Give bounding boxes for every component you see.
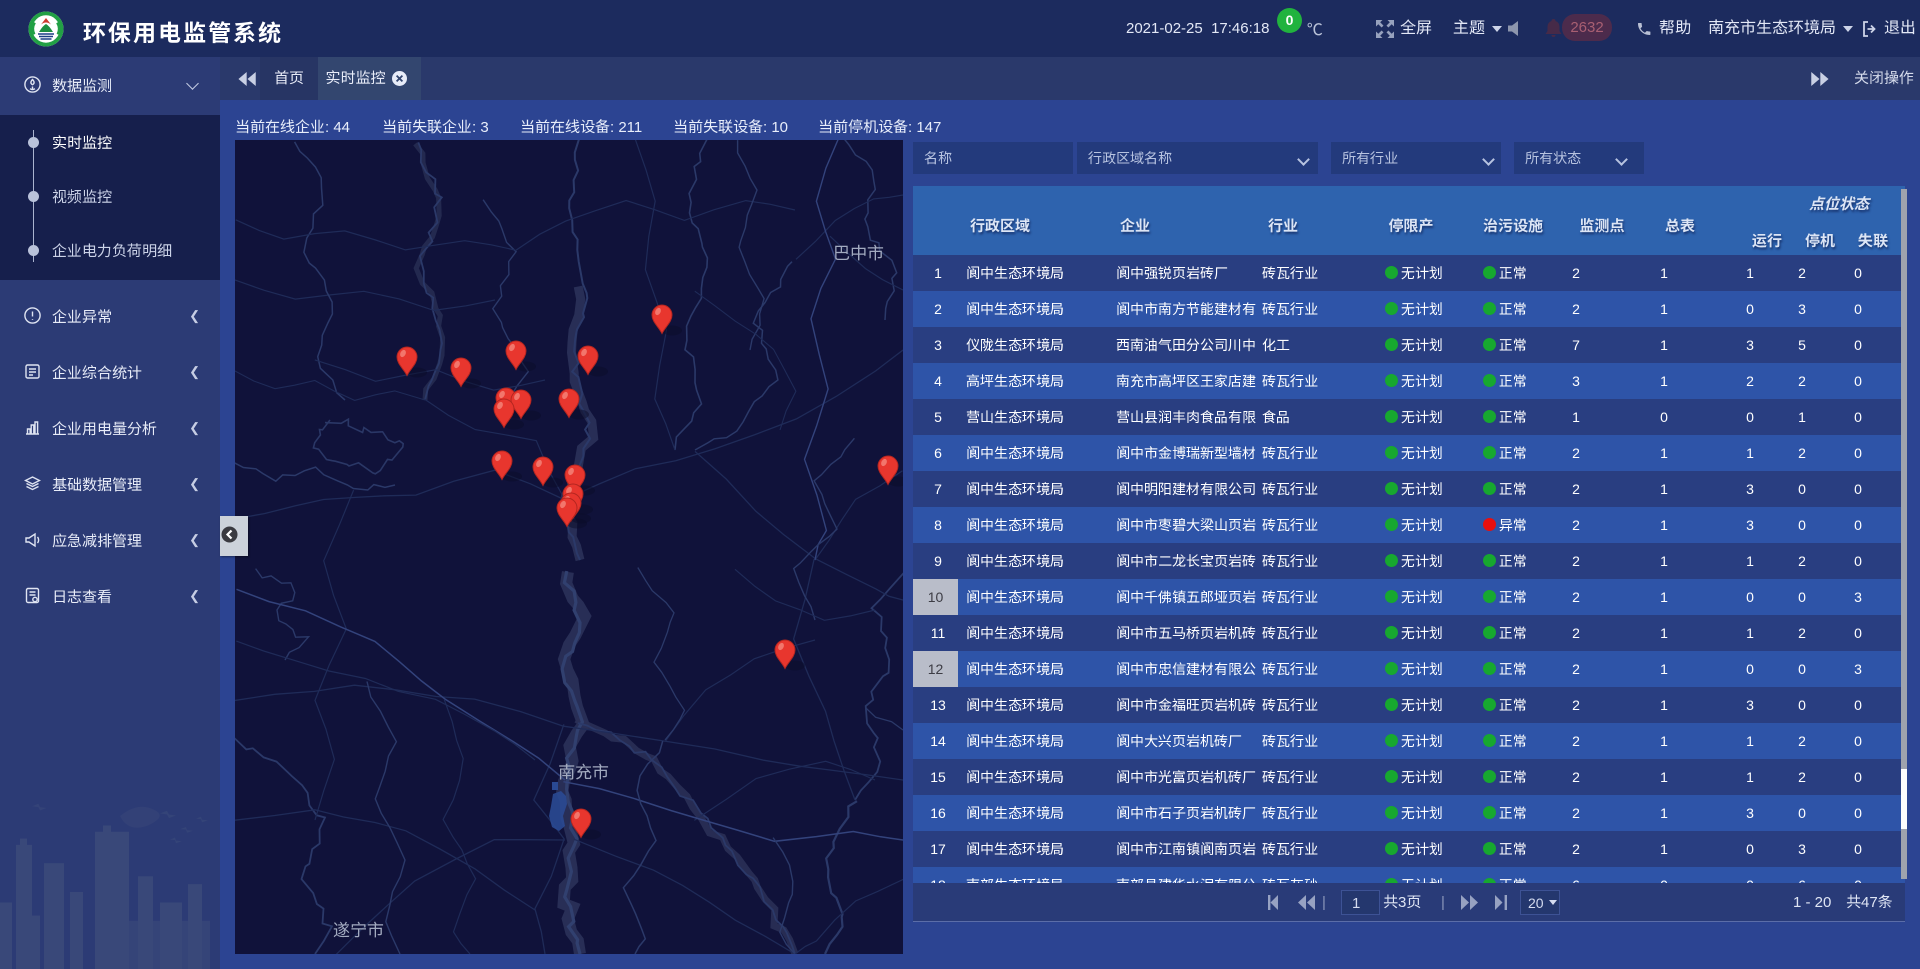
svg-text:遂宁市: 遂宁市 bbox=[333, 921, 384, 940]
svg-text:巴中市: 巴中市 bbox=[833, 244, 884, 263]
svg-text:南充市: 南充市 bbox=[558, 763, 609, 782]
